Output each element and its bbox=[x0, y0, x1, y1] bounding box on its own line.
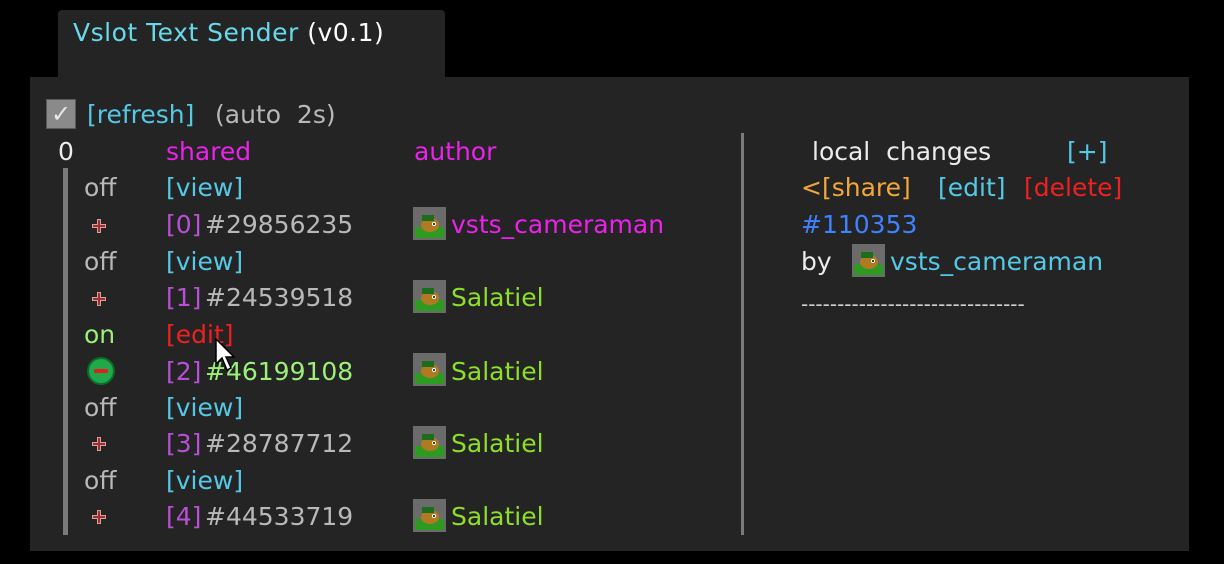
slot-id: #29856235 bbox=[205, 210, 354, 239]
row-state: off bbox=[84, 393, 117, 422]
slot-id: #28787712 bbox=[205, 429, 354, 458]
list-index-label: 0 bbox=[58, 137, 74, 166]
author-link[interactable]: Salatiel bbox=[451, 357, 544, 387]
row-state: off bbox=[84, 466, 117, 495]
window-title-name: Vslot Text Sender bbox=[73, 18, 299, 47]
share-link[interactable]: <[share] bbox=[801, 173, 911, 203]
avatar-icon bbox=[413, 426, 446, 459]
local-author-link[interactable]: vsts_cameraman bbox=[890, 247, 1103, 277]
view-link[interactable]: [view] bbox=[166, 247, 243, 277]
slot-id: #24539518 bbox=[205, 283, 354, 312]
local-id: #110353 bbox=[801, 210, 918, 239]
header-author: author bbox=[414, 137, 497, 166]
avatar-icon bbox=[413, 499, 446, 532]
refresh-link[interactable]: [refresh] bbox=[87, 100, 194, 130]
avatar-icon bbox=[852, 244, 885, 277]
view-link[interactable]: [view] bbox=[166, 466, 243, 496]
avatar-icon bbox=[413, 353, 446, 386]
local-edit-link[interactable]: [edit] bbox=[938, 173, 1006, 203]
header-shared: shared bbox=[166, 137, 252, 166]
author-link[interactable]: vsts_cameraman bbox=[451, 210, 664, 240]
avatar-icon bbox=[413, 280, 446, 313]
mouse-cursor-icon bbox=[215, 338, 236, 372]
minus-icon[interactable] bbox=[87, 357, 115, 385]
slot-index: [2] bbox=[166, 357, 202, 386]
delete-link[interactable]: [delete] bbox=[1024, 173, 1122, 203]
slot-index: [4] bbox=[166, 502, 202, 531]
auto-refresh-checkbox[interactable]: ✓ bbox=[46, 99, 76, 129]
list-bracket bbox=[63, 168, 68, 535]
local-changes-title: local changes bbox=[812, 137, 992, 166]
author-link[interactable]: Salatiel bbox=[451, 429, 544, 459]
row-state: off bbox=[84, 173, 117, 202]
view-link[interactable]: [view] bbox=[166, 393, 243, 423]
column-divider bbox=[741, 133, 744, 535]
local-separator: ------------------------------- bbox=[801, 292, 1025, 316]
window-title-version: (v0.1) bbox=[307, 18, 385, 47]
view-link[interactable]: [view] bbox=[166, 173, 243, 203]
slot-id: #44533719 bbox=[205, 502, 354, 531]
window-tab: Vslot Text Sender (v0.1) bbox=[58, 10, 445, 78]
avatar-icon bbox=[413, 207, 446, 240]
plus-icon[interactable] bbox=[90, 217, 108, 235]
row-state: on bbox=[84, 320, 116, 349]
slot-index: [3] bbox=[166, 429, 202, 458]
window-title: Vslot Text Sender (v0.1) bbox=[73, 18, 384, 47]
author-link[interactable]: Salatiel bbox=[451, 283, 544, 313]
plus-icon[interactable] bbox=[90, 435, 108, 453]
by-label: by bbox=[801, 247, 832, 276]
auto-interval-label: (auto 2s) bbox=[215, 100, 336, 129]
row-state: off bbox=[84, 247, 117, 276]
plus-icon[interactable] bbox=[90, 508, 108, 526]
add-local-button[interactable]: [+] bbox=[1067, 137, 1107, 167]
slot-index: [1] bbox=[166, 283, 202, 312]
plus-icon[interactable] bbox=[90, 290, 108, 308]
slot-index: [0] bbox=[166, 210, 202, 239]
author-link[interactable]: Salatiel bbox=[451, 502, 544, 532]
